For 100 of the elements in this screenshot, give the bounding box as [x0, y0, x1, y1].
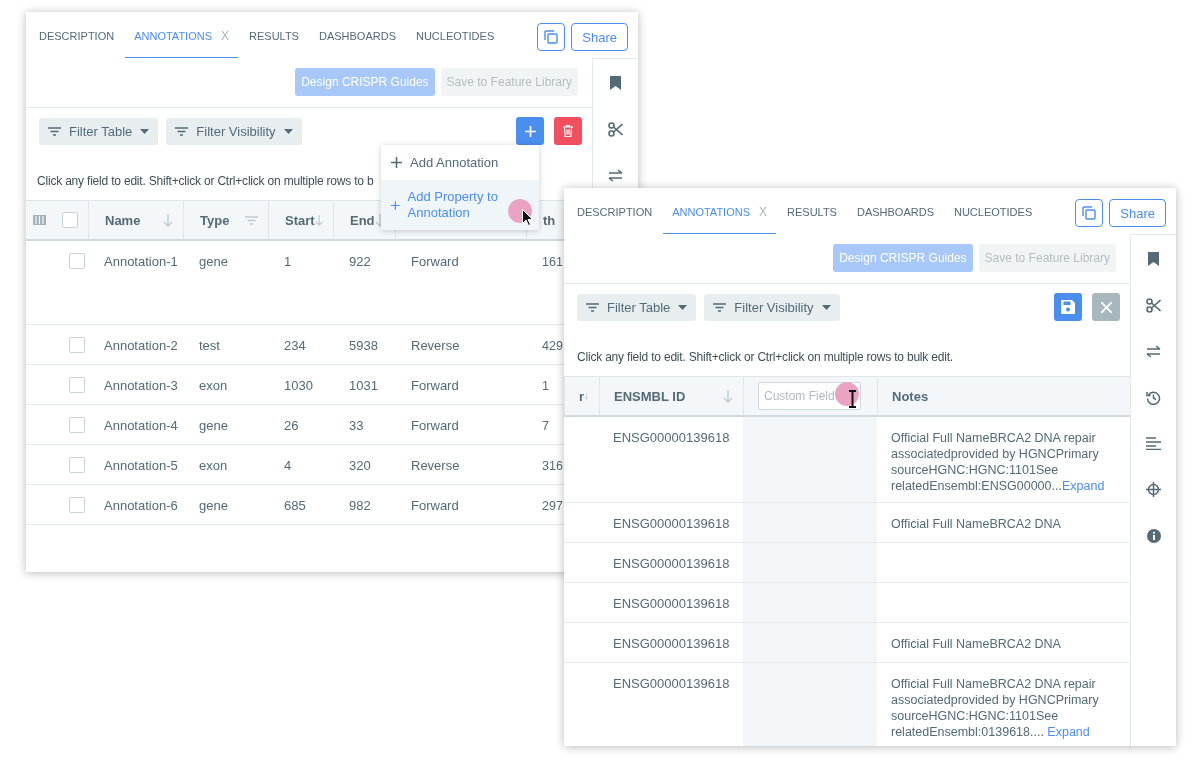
- table-cell: 234: [284, 338, 306, 353]
- table-cell[interactable]: [743, 543, 877, 582]
- tab[interactable]: DESCRIPTION: [30, 12, 124, 58]
- table-cell[interactable]: [743, 623, 877, 662]
- table-cell: 1: [542, 379, 549, 393]
- scissors-icon[interactable]: [608, 122, 623, 137]
- plus-icon: [391, 157, 402, 168]
- tab[interactable]: DASHBOARDS: [847, 188, 943, 234]
- filter-dropdown[interactable]: Filter Visibility: [704, 293, 840, 321]
- expand-link[interactable]: Expand: [1047, 725, 1090, 739]
- save-button[interactable]: [1054, 293, 1082, 321]
- column-header[interactable]: End: [350, 212, 375, 228]
- table-cell: Annotation-1: [104, 254, 178, 269]
- delete-button[interactable]: [554, 117, 582, 145]
- bookmark-icon[interactable]: [1148, 252, 1159, 266]
- share-button[interactable]: Share: [1109, 199, 1166, 227]
- crosshair-icon[interactable]: [1146, 482, 1161, 497]
- info-icon[interactable]: [1146, 529, 1161, 543]
- trash-icon: [563, 125, 573, 137]
- copy-button[interactable]: [537, 23, 566, 51]
- expand-link[interactable]: Expand: [1061, 479, 1105, 493]
- bookmark-icon[interactable]: [610, 76, 621, 90]
- row-checkbox[interactable]: [69, 337, 85, 353]
- table-cell: exon: [199, 458, 228, 473]
- table-cell: 982: [349, 498, 371, 513]
- tab[interactable]: ANNOTATIONS X: [663, 188, 777, 234]
- table-cell: ENSG00000139618: [613, 516, 730, 531]
- filter-dropdown[interactable]: Filter Table: [39, 117, 159, 145]
- table-cell: Official Full NameBRCA2 DNA: [891, 517, 1061, 531]
- share-button[interactable]: Share: [571, 23, 628, 51]
- row-checkbox[interactable]: [69, 377, 85, 393]
- copy-button[interactable]: [1075, 199, 1104, 227]
- tab[interactable]: DASHBOARDS: [309, 12, 405, 58]
- row-checkbox[interactable]: [69, 457, 85, 473]
- tab[interactable]: RESULTS: [240, 12, 308, 58]
- copy-icon: [1082, 206, 1097, 220]
- table-cell: Forward: [411, 498, 459, 513]
- menu-item[interactable]: Add Annotation: [381, 145, 539, 180]
- instruction-text: Click any field to edit. Shift+click or Ctrl+click on multiple rows to b: [37, 174, 374, 188]
- cancel-button[interactable]: [1092, 293, 1120, 321]
- column-chooser-icon[interactable]: [32, 215, 46, 225]
- instruction-text: Click any field to edit. Shift+click or Ctrl+click on multiple rows to bulk edit.: [577, 350, 953, 364]
- table-cell: gene: [199, 418, 228, 433]
- plus-icon: [391, 199, 400, 211]
- caret-icon: [140, 128, 150, 134]
- caret-icon: [283, 128, 293, 134]
- filter-dropdown[interactable]: Filter Table: [577, 293, 697, 321]
- table-cell: Reverse: [411, 338, 460, 353]
- column-header: Notes: [892, 388, 929, 404]
- table-cell[interactable]: [743, 583, 877, 622]
- row-checkbox[interactable]: [69, 253, 85, 269]
- column-header[interactable]: r: [579, 388, 585, 404]
- add-button[interactable]: [516, 117, 544, 145]
- notes-text: Official Full NameBRCA2 DNA repair associatedprovided by HGNCPrimary sourceHGNC:HGNC:1101See relatedEnsembl:0139618.... Expand: [891, 676, 1100, 740]
- table-cell[interactable]: [743, 503, 877, 542]
- scissors-icon[interactable]: [1146, 298, 1161, 313]
- table-cell: Reverse: [411, 458, 460, 473]
- table-cell: 316: [542, 459, 563, 473]
- filter-icon: [713, 302, 727, 312]
- table-cell: Annotation-2: [104, 338, 178, 353]
- filter-icon: [175, 126, 189, 136]
- tab[interactable]: ANNOTATIONS X: [125, 12, 239, 58]
- table-cell: 922: [349, 254, 371, 269]
- table-cell: ENSG00000139618: [613, 596, 730, 611]
- history-icon[interactable]: [1146, 390, 1161, 405]
- column-header[interactable]: Start: [285, 212, 315, 228]
- sort-arrow-icon[interactable]: [723, 389, 733, 403]
- column-header[interactable]: Type: [200, 212, 230, 228]
- filter-dropdown[interactable]: Filter Visibility: [166, 117, 302, 145]
- tab[interactable]: DESCRIPTION: [568, 188, 662, 234]
- table-cell: Official Full NameBRCA2 DNA: [891, 637, 1061, 651]
- swap-arrows-icon[interactable]: [608, 169, 623, 182]
- copy-icon: [544, 30, 559, 44]
- swap-arrows-icon[interactable]: [1146, 345, 1161, 358]
- table-cell[interactable]: [743, 663, 877, 746]
- table-cell: test: [199, 338, 220, 353]
- table-cell: 1: [284, 254, 292, 269]
- column-header[interactable]: Name: [105, 212, 141, 228]
- table-cell: 1030: [284, 378, 313, 393]
- table-cell[interactable]: [743, 417, 877, 502]
- table-cell: 5938: [349, 338, 378, 353]
- menu-item[interactable]: Add Property to Annotation: [381, 180, 539, 230]
- table-cell: 429: [542, 339, 563, 353]
- table-cell: 26: [284, 418, 299, 433]
- plus-icon: [524, 125, 536, 137]
- table-cell: ENSG00000139618: [613, 636, 730, 651]
- text-cursor-icon: [848, 390, 857, 408]
- tab[interactable]: NUCLEOTIDES: [407, 12, 504, 58]
- row-checkbox[interactable]: [69, 417, 85, 433]
- row-checkbox[interactable]: [69, 497, 85, 513]
- tab[interactable]: NUCLEOTIDES: [945, 188, 1042, 234]
- sort-arrow-icon[interactable]: [314, 213, 323, 227]
- column-filter-icon[interactable]: [245, 215, 258, 225]
- table-cell: 320: [349, 458, 371, 473]
- tab[interactable]: RESULTS: [778, 188, 846, 234]
- sort-arrow-icon[interactable]: [163, 213, 173, 227]
- align-left-icon[interactable]: [1146, 437, 1161, 450]
- table-cell: 7: [542, 419, 549, 433]
- select-all-checkbox[interactable]: [62, 212, 78, 228]
- column-header[interactable]: ENSMBL ID: [614, 388, 686, 404]
